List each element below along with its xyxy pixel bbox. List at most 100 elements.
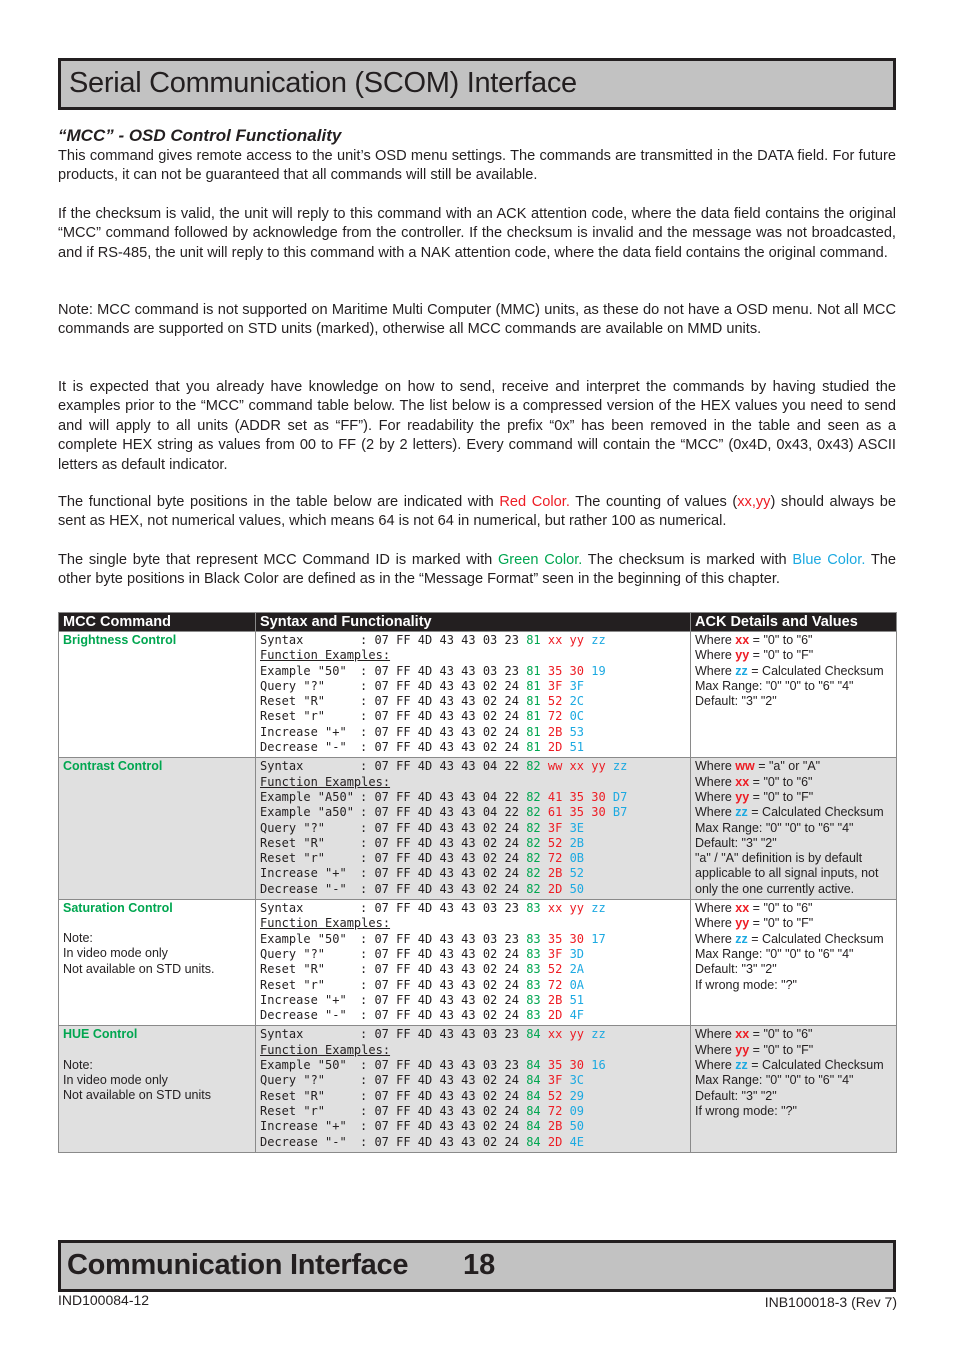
example-line: Increase "+": 07 FF 4D 43 43 02 24 83 2B… [260,992,585,1007]
examples-heading-text: Function Examples: [260,648,391,663]
functional-bytes: 52 [547,835,563,850]
ack-note: If wrong mode: "?" [695,1103,797,1118]
variable-range: = "0" to "F" [749,789,814,804]
example-line: Reset "R": 07 FF 4D 43 43 02 24 84 52 29 [260,1088,585,1103]
variable-name: zz [735,1058,748,1073]
command-id-byte: 82 [526,759,541,774]
checksum-byte: 0A [569,977,585,992]
fixed-bytes: 07 FF 4D 43 43 02 24 [374,678,519,693]
paragraph-note: Note: MCC command is not supported on Ma… [58,302,896,338]
command-name: Saturation Control [63,901,173,916]
example-label: Decrease "-" [260,740,347,755]
syntax-cell: Syntax: 07 FF 4D 43 43 03 23 84 xx yy zz… [255,1025,691,1153]
checksum-byte: 4E [569,1134,585,1149]
paragraph-checksum: If the checksum is valid, the unit will … [58,206,896,261]
fixed-bytes: 07 FF 4D 43 43 02 24 [374,881,519,896]
variable-name: zz [735,663,748,678]
section-heading: “MCC” - OSD Control Functionality [58,126,342,145]
max-range: Max Range: "0" "0" to "6" "4" [695,678,854,693]
page-number: 18 [463,1249,496,1281]
command-id-byte: 83 [526,977,541,992]
default-value: Default: "3" "2" [695,962,777,977]
example-label: Decrease "-" [260,1008,347,1023]
example-label: Reset "R" [260,1088,326,1103]
command-id-byte: 81 [526,724,541,739]
variable-name: zz [735,931,748,946]
variable-name: yy [735,789,750,804]
text: The functional byte positions in the tab… [58,494,500,510]
page-header-title: Serial Communication (SCOM) Interface [69,67,577,99]
variable-range: = Calculated Checksum [747,1058,884,1073]
command-id-byte: 82 [526,851,541,866]
examples-heading-text: Function Examples: [260,916,391,931]
default-value: Default: "3" "2" [695,835,777,850]
variable-name: yy [735,1042,750,1057]
syntax-line: Syntax: 07 FF 4D 43 43 03 23 81 xx yy zz [260,633,606,647]
command-id-byte: 84 [526,1119,541,1134]
example-label: Increase "+" [260,866,347,881]
ack-where-line: Where xx = "0" to "6" [695,1027,813,1042]
functional-bytes: 3F [547,820,563,835]
fixed-bytes: 07 FF 4D 43 43 02 24 [374,820,519,835]
table-row: Saturation Control Note: In video mode on… [58,899,897,1027]
example-label: Increase "+" [260,1119,347,1134]
functional-bytes: 72 [547,977,563,992]
checksum-byte: 3C [569,1073,585,1088]
command-id-byte: 81 [526,709,541,724]
functional-bytes: 2B [547,1119,563,1134]
command-id-byte: 81 [526,694,541,709]
functional-bytes: xx yy [547,633,584,647]
fixed-bytes: 07 FF 4D 43 43 02 24 [374,1134,519,1149]
ack-note: only the one currently active. [695,881,855,896]
command-cell: HUE Control Note: In video mode only Not a… [58,1025,256,1153]
syntax-cell: Syntax: 07 FF 4D 43 43 04 22 82 ww xx yy… [255,757,691,901]
command-id-byte: 82 [526,881,541,896]
command-id-byte: 83 [526,946,541,961]
example-label: Reset "r" [260,1103,326,1118]
ack-note: If wrong mode: "?" [695,977,797,992]
mcc-command-table: MCC Command Syntax and Functionality ACK… [58,612,897,1153]
ack-where-line: Where xx = "0" to "6" [695,901,813,916]
example-label: Query "?" [260,820,326,835]
fixed-bytes: 07 FF 4D 43 43 02 24 [374,851,519,866]
examples-heading: Function Examples: [260,775,686,790]
fixed-bytes: 07 FF 4D 43 43 02 24 [374,1008,519,1023]
command-cell: Saturation Control Note: In video mode on… [58,899,256,1027]
command-id-byte: 84 [526,1088,541,1103]
table-row: HUE Control Note: In video mode only Not a… [58,1025,897,1153]
ack-cell: Where xx = "0" to "6" Where yy = "0" to "… [690,1025,897,1153]
example-label: Decrease "-" [260,881,347,896]
checksum-byte: 53 [569,724,585,739]
checksum-byte: zz [591,633,606,647]
fixed-bytes: 07 FF 4D 43 43 04 22 [374,789,519,804]
checksum-byte: 2B [569,835,585,850]
column-header-command: MCC Command [58,612,256,632]
checksum-byte: 50 [569,881,585,896]
max-range: Max Range: "0" "0" to "6" "4" [695,820,854,835]
column-header-ack: ACK Details and Values [690,612,897,632]
paragraph-intro: This command gives remote access to the … [58,148,896,184]
fixed-bytes: 07 FF 4D 43 43 02 24 [374,694,519,709]
checksum-byte: 0B [569,851,585,866]
example-line: Reset "r": 07 FF 4D 43 43 02 24 81 72 0C [260,709,585,724]
syntax-cell: Syntax: 07 FF 4D 43 43 03 23 81 xx yy zz… [255,630,691,759]
command-name: HUE Control [63,1027,138,1042]
fixed-bytes: 07 FF 4D 43 43 03 23 [374,1027,519,1042]
default-value: Default: "3" "2" [695,1088,777,1103]
fixed-bytes: 07 FF 4D 43 43 03 23 [374,663,519,678]
ack-where-line: Where zz = Calculated Checksum [695,931,884,946]
functional-bytes: 2B [547,992,563,1007]
ack-where-line: Where yy = "0" to "F" [695,916,814,931]
checksum-byte: 19 [591,663,606,678]
example-line: Query "?": 07 FF 4D 43 43 02 24 82 3F 3E [260,820,585,835]
example-label: Query "?" [260,678,326,693]
example-line: Decrease "-": 07 FF 4D 43 43 02 24 82 2D… [260,881,585,896]
functional-bytes: 72 [547,851,563,866]
fixed-bytes: 07 FF 4D 43 43 03 23 [374,931,519,946]
syntax-line: Syntax: 07 FF 4D 43 43 03 23 84 xx yy zz [260,1027,606,1042]
example-label: Reset "R" [260,694,326,709]
checksum-byte: 2A [569,962,585,977]
fixed-bytes: 07 FF 4D 43 43 02 24 [374,1103,519,1118]
example-label: Reset "R" [260,962,326,977]
example-line: Example "50": 07 FF 4D 43 43 03 23 81 35… [260,663,606,678]
